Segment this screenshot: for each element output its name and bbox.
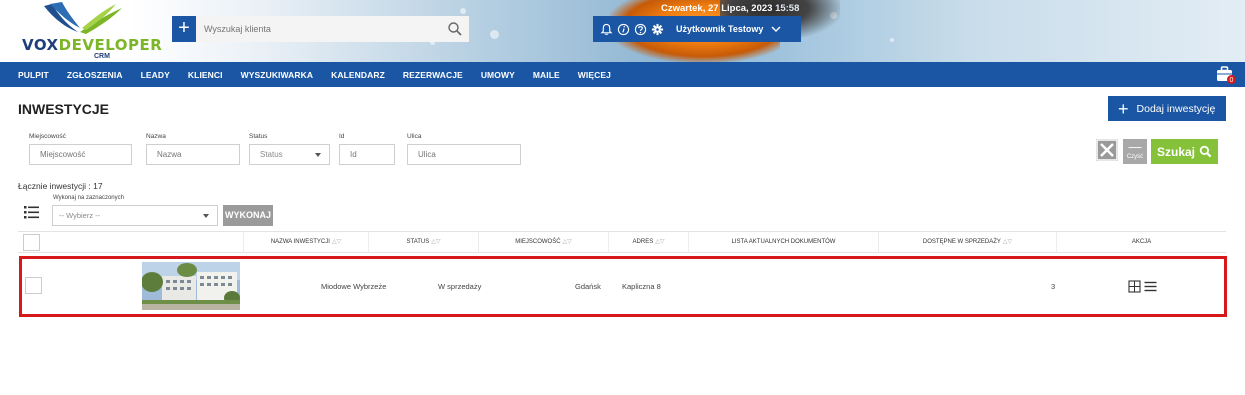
menu-icon[interactable] bbox=[1144, 280, 1157, 293]
clear-button[interactable]: — Czyść bbox=[1123, 139, 1147, 164]
nazwa-input[interactable] bbox=[146, 144, 240, 165]
nav-item-wyszukiwarka[interactable]: WYSZUKIWARKA bbox=[241, 70, 314, 80]
sort-icon[interactable]: △▽ bbox=[431, 239, 440, 245]
nav-item-zgloszenia[interactable]: ZGŁOSZENIA bbox=[67, 70, 123, 80]
th-documents: LISTA AKTUALNYCH DOKUMENTÓW bbox=[688, 232, 878, 253]
client-search-input[interactable] bbox=[196, 16, 469, 42]
miejscowosc-input[interactable] bbox=[29, 144, 132, 165]
add-investment-label: Dodaj inwestycję bbox=[1136, 102, 1216, 115]
table-header: NAZWA INWESTYCJI △▽ STATUS △▽ MIEJSCOWOŚĆ △… bbox=[18, 231, 1226, 253]
sort-icon[interactable]: △▽ bbox=[563, 239, 572, 245]
id-input[interactable] bbox=[339, 144, 395, 165]
th-address[interactable]: ADRES △▽ bbox=[608, 232, 688, 253]
bell-icon[interactable] bbox=[600, 23, 613, 36]
gear-icon[interactable] bbox=[651, 23, 664, 36]
briefcase-badge: 0 bbox=[1230, 77, 1234, 84]
page-title: INWESTYCJE bbox=[18, 101, 110, 117]
logo-text: VOXDEVELOPER bbox=[22, 36, 163, 54]
investments-total: Łącznie inwestycji : 17 bbox=[18, 181, 103, 191]
row-checkbox[interactable] bbox=[25, 277, 42, 294]
search-icon[interactable] bbox=[447, 21, 463, 37]
bulk-action-select[interactable]: -- Wybierz -- bbox=[52, 205, 218, 226]
cell-name: Miodowe Wybrzeże bbox=[321, 282, 387, 291]
current-datetime: Czwartek, 27 Lipca, 2023 15:58 bbox=[661, 3, 800, 14]
filter-ulica-label: Ulica bbox=[407, 133, 422, 140]
filter-nazwa: Nazwa bbox=[146, 133, 240, 165]
main-navigation: PULPIT ZGŁOSZENIA LEADY KLIENCI WYSZUKIW… bbox=[0, 62, 1245, 87]
nav-item-leady[interactable]: LEADY bbox=[141, 70, 170, 80]
nav-item-rezerwacje[interactable]: REZERWACJE bbox=[403, 70, 463, 80]
filter-status: Status Status bbox=[249, 133, 330, 165]
plus-icon: + bbox=[1118, 98, 1129, 119]
caret-down-icon bbox=[315, 153, 321, 157]
nav-item-wiecej[interactable]: WIĘCEJ bbox=[578, 70, 611, 80]
nav-item-kalendarz[interactable]: KALENDARZ bbox=[331, 70, 385, 80]
filter-miejscowosc-label: Miejscowość bbox=[29, 133, 66, 140]
th-name[interactable]: NAZWA INWESTYCJI △▽ bbox=[243, 232, 368, 253]
bubble-decoration bbox=[460, 8, 466, 14]
ulica-input[interactable] bbox=[407, 144, 521, 165]
status-select-value: Status bbox=[260, 150, 283, 159]
minus-icon: — bbox=[1128, 139, 1142, 154]
nav-item-klienci[interactable]: KLIENCI bbox=[188, 70, 223, 80]
filter-miejscowosc: Miejscowość bbox=[29, 133, 132, 165]
sort-icon[interactable]: △▽ bbox=[655, 239, 664, 245]
nav-item-maile[interactable]: MAILE bbox=[533, 70, 560, 80]
client-search: + bbox=[172, 16, 469, 42]
bubble-decoration bbox=[490, 30, 499, 39]
select-all-checkbox[interactable] bbox=[23, 234, 40, 251]
search-icon bbox=[1199, 145, 1212, 158]
caret-down-icon bbox=[203, 214, 209, 218]
th-available[interactable]: DOSTĘPNE W SPRZEDAŻY △▽ bbox=[878, 232, 1056, 253]
search-button-label: Szukaj bbox=[1157, 144, 1196, 159]
th-status[interactable]: STATUS △▽ bbox=[368, 232, 478, 253]
th-action: AKCJA bbox=[1056, 232, 1226, 253]
user-name[interactable]: Użytkownik Testowy bbox=[676, 24, 763, 34]
app-header: VOXDEVELOPER CRM + Czwartek, 27 Lipca, 2… bbox=[0, 0, 1245, 62]
filter-nazwa-label: Nazwa bbox=[146, 133, 166, 140]
bubble-decoration bbox=[890, 38, 894, 42]
briefcase-icon[interactable]: 0 bbox=[1215, 65, 1237, 85]
add-client-button[interactable]: + bbox=[172, 16, 196, 42]
nav-item-pulpit[interactable]: PULPIT bbox=[18, 70, 49, 80]
list-view-icon[interactable] bbox=[24, 206, 39, 219]
cell-available: 3 bbox=[1051, 282, 1056, 291]
logo-crm-label: CRM bbox=[94, 53, 110, 60]
filter-ulica: Ulica bbox=[407, 133, 521, 165]
nav-item-umowy[interactable]: UMOWY bbox=[481, 70, 515, 80]
filter-id: Id bbox=[339, 133, 395, 165]
info-icon[interactable] bbox=[617, 23, 630, 36]
help-icon[interactable] bbox=[634, 23, 647, 36]
bulk-action-label: Wykonaj na zaznaczonych bbox=[53, 195, 124, 201]
status-select[interactable]: Status bbox=[249, 144, 330, 165]
clear-button-label: Czyść bbox=[1126, 154, 1144, 160]
search-button[interactable]: Szukaj bbox=[1151, 139, 1218, 164]
table-row[interactable]: Miodowe Wybrzeże W sprzedaży Gdańsk Kapl… bbox=[19, 256, 1227, 317]
clear-filters-icon[interactable] bbox=[1096, 139, 1118, 161]
cell-city: Gdańsk bbox=[575, 282, 601, 291]
th-image bbox=[48, 232, 243, 253]
investment-thumbnail[interactable] bbox=[142, 262, 240, 310]
filter-id-label: Id bbox=[339, 133, 345, 140]
add-investment-button[interactable]: + Dodaj inwestycję bbox=[1108, 96, 1226, 121]
user-toolbar: Użytkownik Testowy bbox=[593, 16, 801, 42]
execute-button[interactable]: WYKONAJ bbox=[223, 205, 273, 226]
grid-view-icon[interactable] bbox=[1128, 280, 1141, 293]
th-city[interactable]: MIEJSCOWOŚĆ △▽ bbox=[478, 232, 608, 253]
sort-icon[interactable]: △▽ bbox=[1003, 239, 1012, 245]
chevron-down-icon[interactable] bbox=[771, 24, 781, 34]
filter-status-label: Status bbox=[249, 133, 268, 140]
sort-icon[interactable]: △▽ bbox=[332, 239, 341, 245]
bulk-action-select-value: -- Wybierz -- bbox=[59, 211, 101, 220]
cell-address: Kapliczna 8 bbox=[622, 282, 661, 291]
cell-status: W sprzedaży bbox=[438, 282, 482, 291]
